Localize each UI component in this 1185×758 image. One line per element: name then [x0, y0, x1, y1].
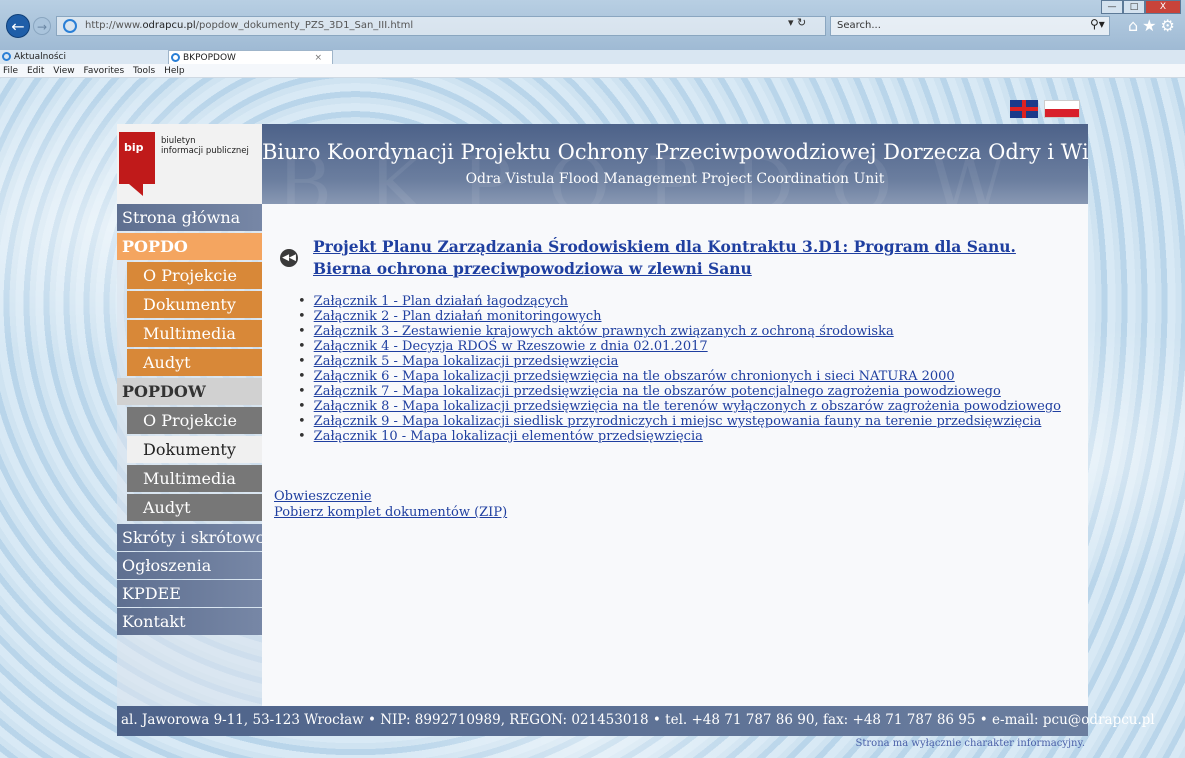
- bip-caption: biuletyn informacji publicznej: [161, 136, 249, 156]
- bip-mark-text: bip: [124, 141, 144, 154]
- list-item: Załącznik 5 - Mapa lokalizacji przedsięw…: [298, 354, 1061, 369]
- tab-bkpopdow[interactable]: BKPOPDOW ×: [168, 50, 333, 64]
- attachment-link-4[interactable]: Załącznik 4 - Decyzja RDOŚ w Rzeszowie z…: [314, 339, 708, 354]
- footer-contact: al. Jaworowa 9-11, 53-123 Wrocław • NIP:…: [121, 712, 1155, 728]
- menu-edit[interactable]: Edit: [27, 66, 44, 76]
- list-item: Załącznik 4 - Decyzja RDOŚ w Rzeszowie z…: [298, 339, 1061, 354]
- menu-bar: File Edit View Favorites Tools Help: [0, 64, 1185, 78]
- site-footer: al. Jaworowa 9-11, 53-123 Wrocław • NIP:…: [117, 706, 1155, 736]
- list-item: Załącznik 8 - Mapa lokalizacji przedsięw…: [298, 399, 1061, 414]
- minimize-button[interactable]: —: [1101, 0, 1123, 14]
- tabs-row: Aktualności BKPOPDOW ×: [0, 50, 1185, 64]
- sidebar-nav: Strona główna POPDO O Projekcie Dokument…: [117, 204, 274, 706]
- sidebar-item-ogloszenia[interactable]: Ogłoszenia: [117, 552, 262, 579]
- sidebar-item-kontakt[interactable]: Kontakt: [117, 608, 262, 635]
- sidebar-item-strona-glowna[interactable]: Strona główna: [117, 204, 262, 231]
- notice-link[interactable]: Obwieszczenie: [274, 489, 372, 504]
- menu-help[interactable]: Help: [164, 66, 185, 76]
- sidebar-item-skroty[interactable]: Skróty i skrótowce: [117, 524, 274, 551]
- browser-nav-row: ← → http://www.odrapcu.pl/popdow_dokumen…: [0, 14, 1185, 40]
- back-arrow-icon[interactable]: ◀◀: [280, 249, 298, 267]
- attachment-link-7[interactable]: Załącznik 7 - Mapa lokalizacji przedsięw…: [314, 384, 1001, 399]
- list-item: Załącznik 2 - Plan działań monitoringowy…: [298, 309, 1061, 324]
- maximize-button[interactable]: □: [1123, 0, 1145, 14]
- tab-close-icon[interactable]: ×: [314, 51, 322, 65]
- forward-button[interactable]: →: [33, 17, 51, 35]
- attachment-link-3[interactable]: Załącznik 3 - Zestawienie krajowych aktó…: [314, 324, 894, 339]
- home-icon[interactable]: ⌂: [1128, 16, 1142, 35]
- browser-titlebar: — □ X ← → http://www.odrapcu.pl/popdow_d…: [0, 0, 1185, 50]
- address-domain: odrapcu.pl: [142, 20, 196, 31]
- list-item: Załącznik 3 - Zestawienie krajowych aktó…: [298, 324, 1061, 339]
- tab-label: BKPOPDOW: [183, 53, 236, 63]
- toolbar-icons: ⌂★⚙: [1128, 16, 1179, 35]
- menu-view[interactable]: View: [53, 66, 74, 76]
- menu-tools[interactable]: Tools: [133, 66, 155, 76]
- sidebar-item-popdo-multimedia[interactable]: Multimedia: [127, 320, 262, 347]
- tab-aktualnosci[interactable]: Aktualności: [0, 50, 165, 64]
- list-item: Załącznik 1 - Plan działań łagodzących: [298, 294, 1061, 309]
- sidebar-item-popdo-dokumenty[interactable]: Dokumenty: [127, 291, 262, 318]
- attachment-link-9[interactable]: Załącznik 9 - Mapa lokalizacji siedlisk …: [314, 414, 1042, 429]
- ie-tab-icon: [171, 53, 180, 62]
- sidebar-item-popdo-o-projekcie[interactable]: O Projekcie: [127, 262, 262, 289]
- attachment-link-6[interactable]: Załącznik 6 - Mapa lokalizacji przedsięw…: [314, 369, 955, 384]
- sidebar-item-popdo-audyt[interactable]: Audyt: [127, 349, 262, 376]
- address-path: /popdow_dokumenty_PZS_3D1_San_III.html: [195, 20, 414, 31]
- sidebar-item-popdo[interactable]: POPDO: [117, 233, 262, 260]
- search-icon[interactable]: ⚲▾: [1090, 17, 1105, 31]
- language-switcher: [1010, 100, 1080, 118]
- attachment-link-5[interactable]: Załącznik 5 - Mapa lokalizacji przedsięw…: [314, 354, 619, 369]
- favorites-star-icon[interactable]: ★: [1142, 16, 1160, 35]
- refresh-button[interactable]: ▾ ↻: [788, 16, 806, 29]
- attachments-list: Załącznik 1 - Plan działań łagodzących Z…: [298, 294, 1061, 444]
- list-item: Załącznik 9 - Mapa lokalizacji siedlisk …: [298, 414, 1061, 429]
- sidebar-item-popdow-audyt[interactable]: Audyt: [127, 494, 262, 521]
- close-window-button[interactable]: X: [1145, 0, 1181, 14]
- address-bar[interactable]: http://www.odrapcu.pl/popdow_dokumenty_P…: [56, 16, 826, 36]
- pl-flag-icon[interactable]: [1044, 100, 1080, 118]
- download-zip-link[interactable]: Pobierz komplet dokumentów (ZIP): [274, 505, 507, 520]
- menu-file[interactable]: File: [3, 66, 18, 76]
- back-button[interactable]: ←: [6, 14, 30, 38]
- attachment-link-10[interactable]: Załącznik 10 - Mapa lokalizacji elementó…: [314, 429, 703, 444]
- bip-mark-icon: bip: [119, 132, 155, 196]
- list-item: Załącznik 6 - Mapa lokalizacji przedsięw…: [298, 369, 1061, 384]
- site-header: BKPOPDOW Biuro Koordynacji Projektu Ochr…: [262, 124, 1088, 204]
- sidebar-item-popdow-o-projekcie[interactable]: O Projekcie: [127, 407, 262, 434]
- ie-tab-icon: [2, 52, 11, 61]
- list-item: Załącznik 7 - Mapa lokalizacji przedsięw…: [298, 384, 1061, 399]
- uk-flag-icon[interactable]: [1010, 100, 1038, 118]
- main-content: ◀◀ Projekt Planu Zarządzania Środowiskie…: [262, 204, 1088, 706]
- attachment-link-8[interactable]: Załącznik 8 - Mapa lokalizacji przedsięw…: [314, 399, 1061, 414]
- site-subtitle: Odra Vistula Flood Management Project Co…: [465, 171, 885, 187]
- settings-gear-icon[interactable]: ⚙: [1161, 16, 1179, 35]
- attachment-link-1[interactable]: Załącznik 1 - Plan działań łagodzących: [314, 294, 568, 309]
- bip-logo[interactable]: bip biuletyn informacji publicznej: [117, 124, 262, 204]
- sidebar-item-popdow[interactable]: POPDOW: [117, 378, 262, 405]
- list-item: Załącznik 10 - Mapa lokalizacji elementó…: [298, 429, 1061, 444]
- bip-caption-line1: biuletyn: [161, 136, 196, 146]
- site-title: Biuro Koordynacji Projektu Ochrony Przec…: [262, 140, 1088, 164]
- menu-favorites[interactable]: Favorites: [83, 66, 124, 76]
- bip-caption-line2: informacji publicznej: [161, 146, 249, 156]
- tab-label: Aktualności: [14, 52, 66, 62]
- sidebar-item-popdow-dokumenty[interactable]: Dokumenty: [127, 436, 262, 463]
- search-input[interactable]: Search...: [830, 16, 1110, 36]
- page-title-link[interactable]: Projekt Planu Zarządzania Środowiskiem d…: [313, 236, 1073, 280]
- ie-icon: [63, 19, 77, 33]
- footer-note: Strona ma wyłącznie charakter informacyj…: [855, 738, 1085, 749]
- sidebar-item-popdow-multimedia[interactable]: Multimedia: [127, 465, 262, 492]
- sidebar-item-kpdee[interactable]: KPDEE: [117, 580, 262, 607]
- attachment-link-2[interactable]: Załącznik 2 - Plan działań monitoringowy…: [314, 309, 602, 324]
- address-prefix: http://www.: [85, 20, 143, 31]
